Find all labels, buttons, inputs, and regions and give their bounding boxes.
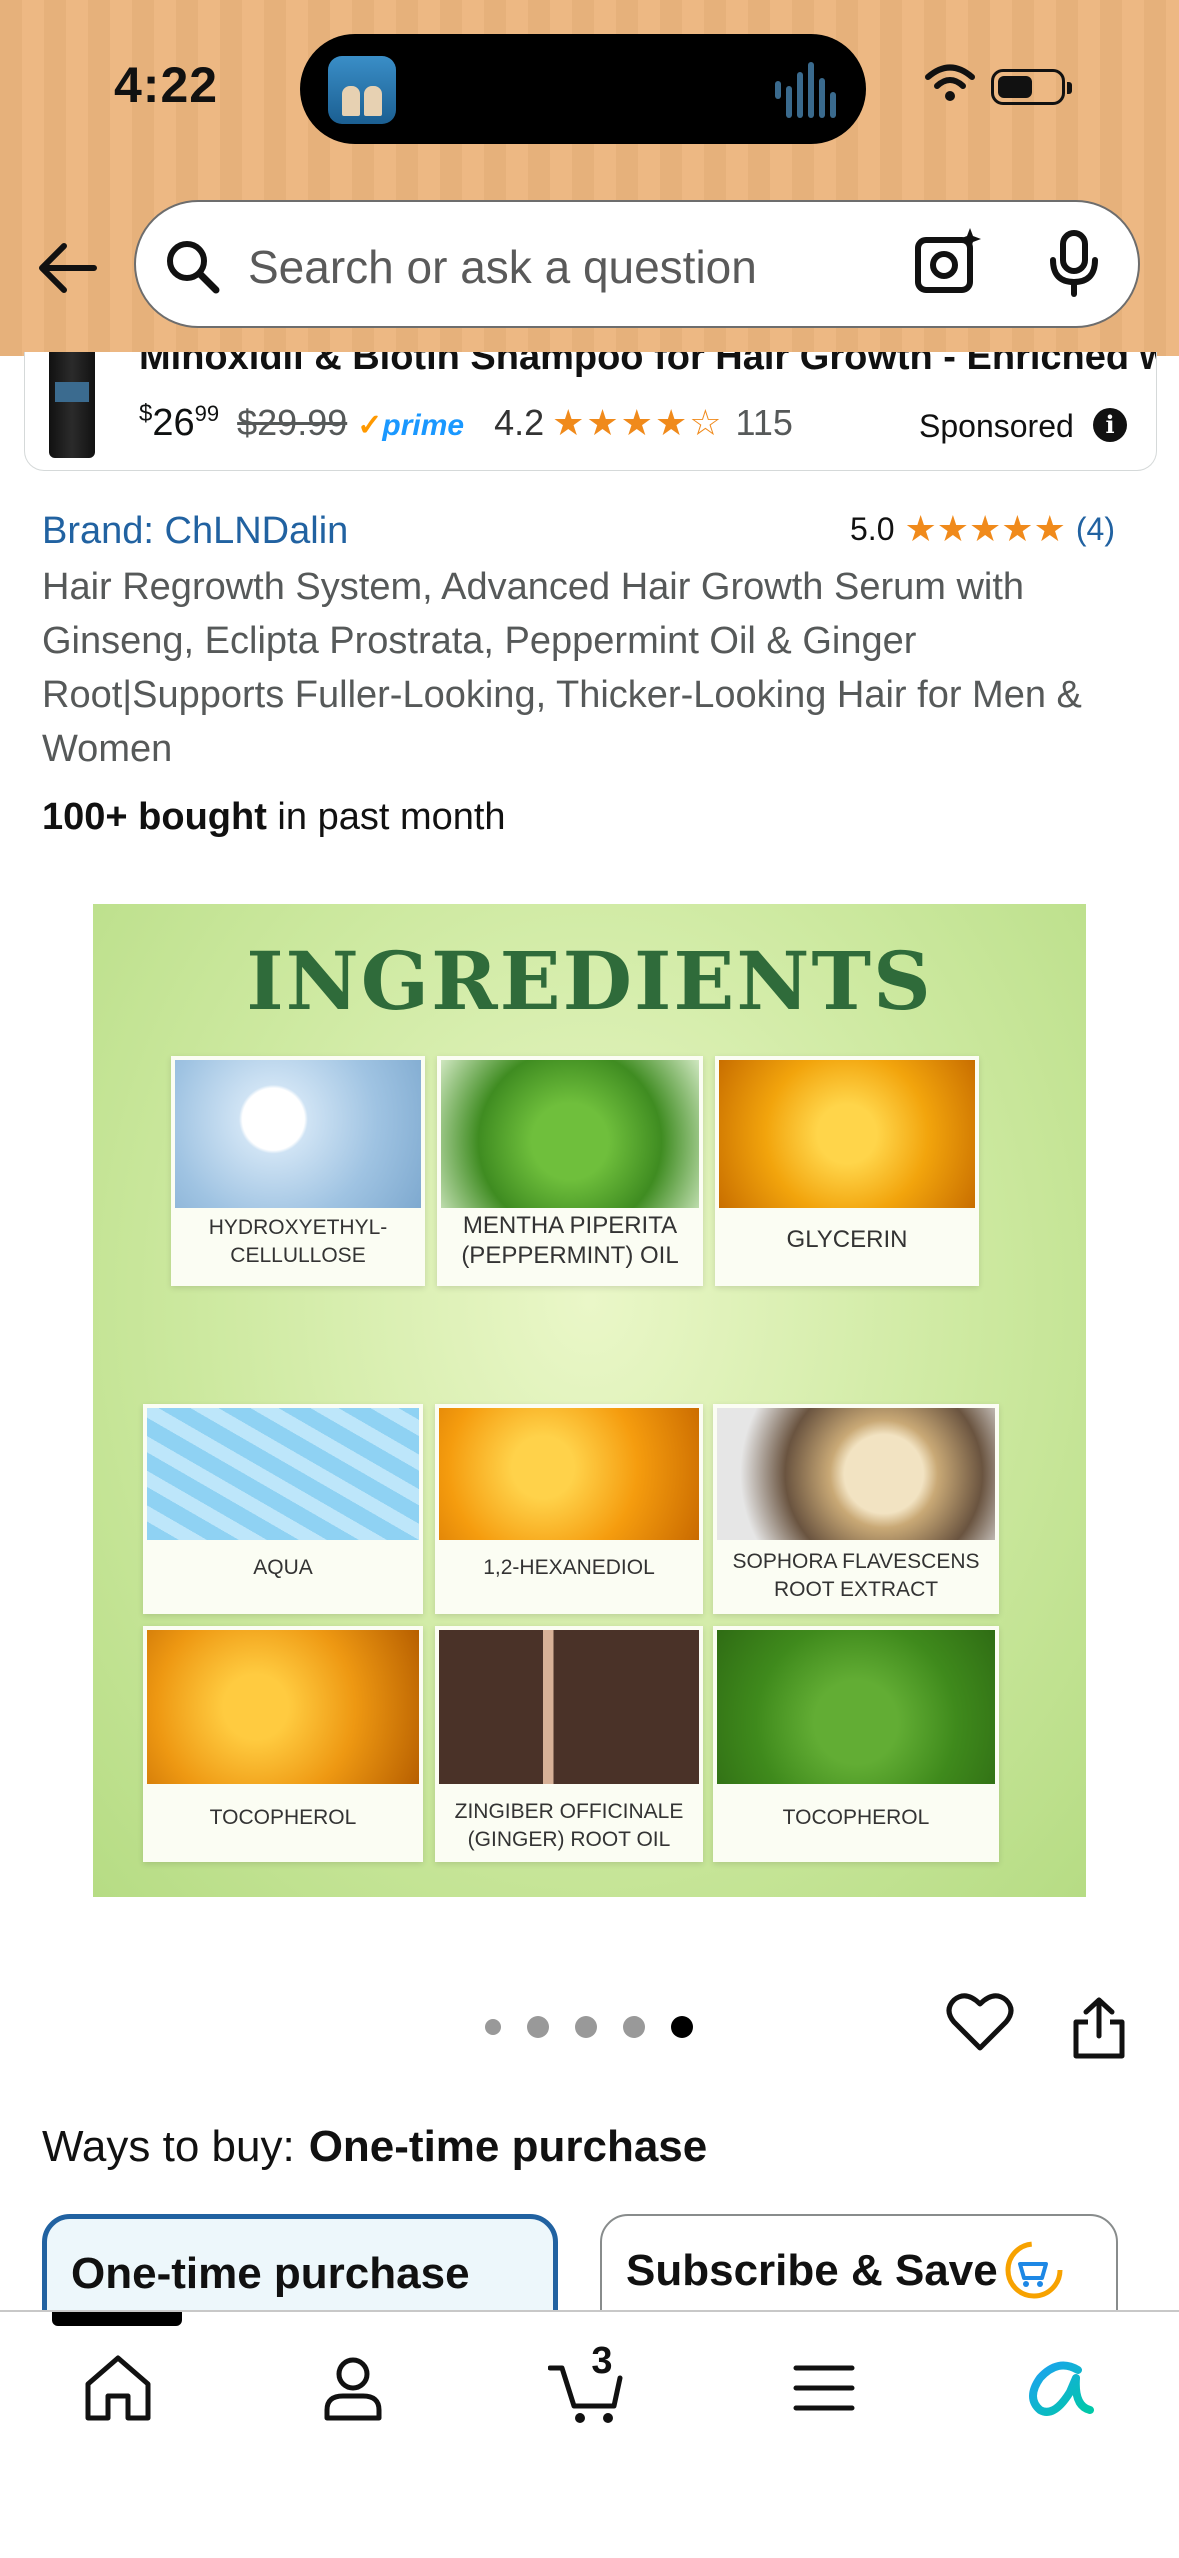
nav-active-indicator (52, 2312, 182, 2326)
camera-lens-icon[interactable] (912, 226, 984, 298)
ingredient-tile: MENTHA PIPERITA (PEPPERMINT) OIL (437, 1056, 703, 1286)
microphone-icon[interactable] (1044, 230, 1104, 298)
price-dollars: 26 (152, 402, 195, 444)
ways-to-buy: Ways to buy: One-time purchase (42, 2122, 708, 2171)
subscribe-save-icon (1005, 2241, 1063, 2299)
sponsored-rating: 4.2 (494, 402, 545, 443)
status-time: 4:22 (114, 57, 219, 113)
audio-waveform-icon (775, 62, 839, 118)
ingredient-tile: GLYCERIN (715, 1056, 979, 1286)
sponsored-price-row: $ 26 99 $29.99 ✓prime 4.2 ★★★★☆ 115 (139, 400, 793, 452)
ingredient-tile: ZINGIBER OFFICINALE (GINGER) ROOT OIL (435, 1626, 703, 1862)
search-input[interactable]: Search or ask a question (248, 240, 757, 294)
cart-count-badge: 3 (591, 2340, 613, 2382)
ingredient-tile: HYDROXYETHYL- CELLULLOSE (171, 1056, 425, 1286)
rating-value: 5.0 (850, 510, 895, 547)
heart-icon[interactable] (946, 1990, 1014, 2054)
ingredients-heading: INGREDIENTS (246, 934, 933, 1028)
search-icon (167, 241, 220, 294)
ingredient-tile: TOCOPHEROL (713, 1626, 999, 1862)
price-currency: $ (139, 400, 153, 427)
account-icon[interactable] (313, 2348, 393, 2428)
carousel-dot[interactable] (575, 2016, 597, 2038)
ingredient-tile: AQUA (143, 1404, 423, 1614)
product-image[interactable]: INGREDIENTS HYDROXYETHYL- CELLULLOSE MEN… (93, 904, 1086, 1897)
brand-link[interactable]: Brand: ChLNDalin (42, 510, 348, 553)
sponsored-review-count: 115 (735, 402, 793, 443)
rufus-icon[interactable] (1018, 2348, 1098, 2428)
bought-in-past-month: 100+ bought in past month (42, 796, 506, 838)
list-price: $29.99 (237, 402, 348, 443)
sponsored-stars: ★★★★☆ (552, 402, 724, 443)
ingredient-tile: TOCOPHEROL (143, 1626, 423, 1862)
sponsored-product-title[interactable]: Minoxidil & Biotin Shampoo for Hair Grow… (139, 352, 1156, 379)
rating-stars: ★★★★★ (904, 508, 1066, 549)
share-icon[interactable] (1070, 1996, 1128, 2060)
carousel-dot[interactable] (485, 2019, 501, 2035)
carousel-dot[interactable] (623, 2016, 645, 2038)
info-icon[interactable]: i (1093, 408, 1127, 442)
carousel-dot[interactable] (527, 2016, 549, 2038)
sponsored-label: Sponsored (919, 408, 1074, 444)
price-cents: 99 (194, 401, 220, 426)
ingredient-tile: SOPHORA FLAVESCENS ROOT EXTRACT (713, 1404, 999, 1614)
search-bar[interactable]: Search or ask a question (134, 200, 1140, 328)
sponsored-product-card[interactable]: Minoxidil & Biotin Shampoo for Hair Grow… (24, 352, 1157, 471)
review-count[interactable]: (4) (1076, 511, 1115, 548)
product-title: Hair Regrowth System, Advanced Hair Grow… (42, 566, 1082, 770)
battery-icon (991, 69, 1072, 105)
live-activity-thumbnail (328, 56, 396, 124)
home-icon[interactable] (78, 2348, 158, 2428)
menu-icon[interactable] (784, 2348, 864, 2428)
sponsored-product-image (49, 352, 95, 458)
wifi-icon (925, 64, 975, 101)
carousel-indicator[interactable] (485, 2016, 719, 2038)
carousel-dot-active[interactable] (671, 2016, 693, 2038)
ingredient-tile: 1,2-HEXANEDIOL (435, 1404, 703, 1614)
prime-badge: ✓prime (357, 409, 465, 442)
product-rating[interactable]: 5.0 ★★★★★ (4) (850, 508, 1115, 550)
back-arrow-icon[interactable] (36, 236, 100, 300)
